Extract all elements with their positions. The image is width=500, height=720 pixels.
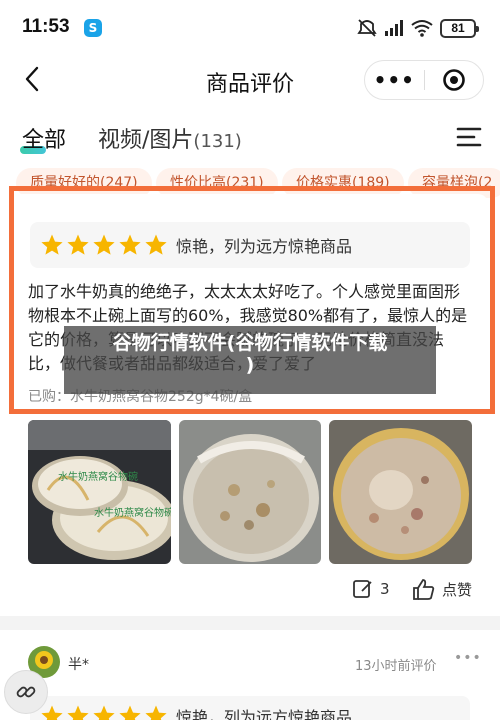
- status-bar: 11:53 S 81: [0, 0, 500, 52]
- app-notification-icon: S: [84, 19, 102, 37]
- status-icons: 81: [357, 18, 479, 38]
- photo-label: 水牛奶燕窝谷物碗: [94, 506, 171, 519]
- battery-icon: 81: [440, 18, 479, 38]
- review-photos: 水牛奶燕窝谷物碗 水牛奶燕窝谷物碗: [28, 420, 473, 564]
- header: 商品评价 •••: [0, 52, 500, 108]
- star-icon: [67, 705, 89, 720]
- star-icon: [93, 705, 115, 720]
- sort-icon[interactable]: [456, 126, 482, 148]
- like-button[interactable]: 点赞: [412, 578, 472, 600]
- comment-count: 3: [380, 580, 390, 598]
- more-options-button[interactable]: •••: [365, 60, 424, 100]
- review-time: 13小时前评价: [355, 659, 437, 674]
- wifi-icon: [411, 20, 433, 37]
- like-label: 点赞: [442, 580, 473, 599]
- more-options-icon[interactable]: •••: [454, 650, 482, 666]
- star-icon: [119, 705, 141, 720]
- tab-media-label: 视频/图片: [98, 128, 194, 153]
- cup-closeup-image: [329, 420, 473, 564]
- signal-icon: [385, 20, 403, 36]
- review-photo[interactable]: 水牛奶燕窝谷物碗 水牛奶燕窝谷物碗: [28, 420, 171, 564]
- opened-cup-image: [178, 420, 322, 564]
- overlay-line-2: ): [245, 354, 255, 376]
- photo-label: 水牛奶燕窝谷物碗: [58, 470, 138, 483]
- tab-media-count: (131): [193, 131, 242, 152]
- watermark-overlay: 谷物行情软件(谷物行情软件下载 ): [64, 326, 436, 394]
- miniapp-capsule: •••: [364, 60, 484, 100]
- star-icon: [41, 705, 63, 720]
- product-cup-image: 水牛奶燕窝谷物碗 水牛奶燕窝谷物碗: [28, 420, 171, 564]
- status-time: 11:53: [22, 16, 70, 37]
- rating-label: 惊艳，列为远方惊艳商品: [176, 708, 353, 720]
- review-photo[interactable]: [178, 420, 322, 564]
- rating-row: 惊艳，列为远方惊艳商品: [30, 696, 470, 720]
- review-actions: 3 点赞: [28, 574, 474, 608]
- comment-button[interactable]: 3: [352, 578, 390, 600]
- mute-icon: [357, 19, 377, 37]
- close-miniapp-button[interactable]: [425, 68, 484, 92]
- section-divider: [0, 616, 500, 630]
- target-icon: [442, 69, 465, 91]
- link-button[interactable]: [4, 670, 48, 714]
- tab-all[interactable]: 全部: [22, 122, 66, 154]
- comment-icon: [353, 580, 372, 598]
- review-photo[interactable]: [329, 420, 473, 564]
- review-tabs: 全部 视频/图片(131): [0, 116, 500, 162]
- star-icon: [145, 705, 167, 720]
- tab-media[interactable]: 视频/图片(131): [98, 122, 242, 154]
- thumbs-up-icon: [413, 579, 435, 600]
- reviewer-name: 半*: [68, 657, 89, 673]
- overlay-line-1: 谷物行情软件(谷物行情软件下载: [112, 332, 388, 354]
- link-icon: [16, 686, 36, 698]
